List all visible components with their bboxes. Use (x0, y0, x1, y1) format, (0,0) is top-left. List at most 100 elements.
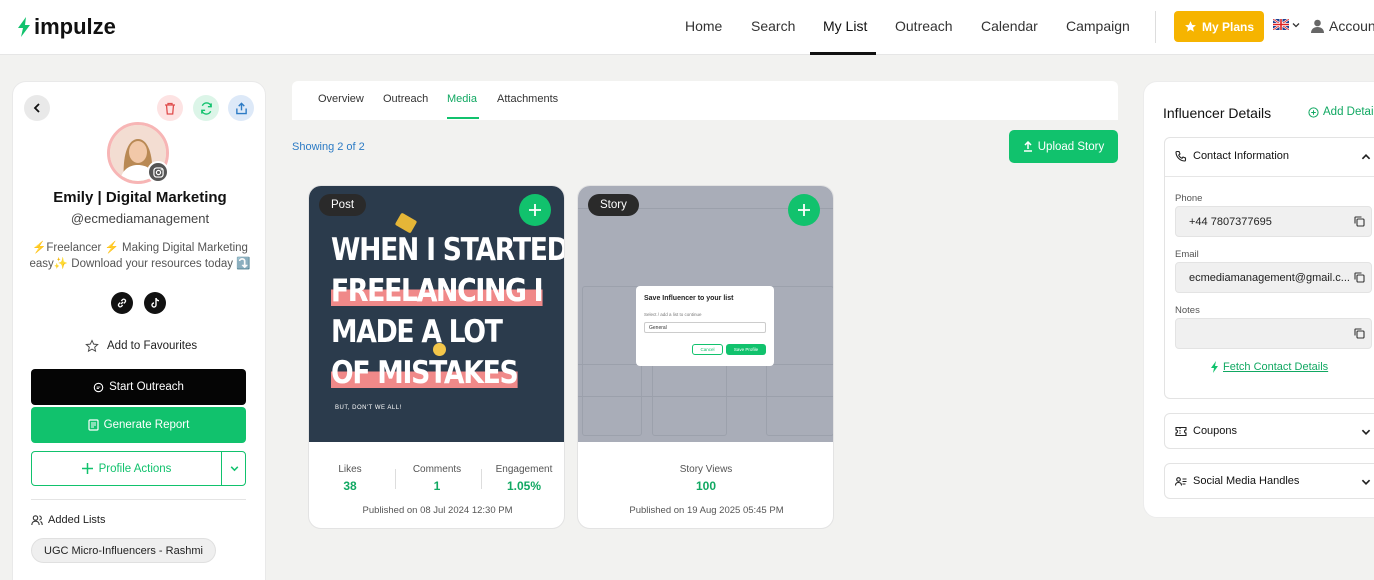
showing-count: Showing 2 of 2 (292, 141, 365, 153)
social-media-handles-section[interactable]: Social Media Handles (1164, 463, 1374, 499)
tab-attachments[interactable]: Attachments (497, 93, 558, 105)
chevron-down-icon (230, 466, 238, 472)
bolt-icon (1211, 361, 1218, 373)
inner-dialog-select: General (644, 322, 766, 333)
add-to-favourites[interactable]: Add to Favourites (85, 339, 197, 353)
top-navbar: impulze Home Search My List Outreach Cal… (0, 0, 1374, 55)
story-views-value: 100 (695, 479, 717, 493)
headline-line: FREELANCING I (331, 271, 543, 312)
post-thumbnail[interactable]: WHEN I STARTED FREELANCING I MADE A LOT … (309, 186, 564, 442)
delete-button[interactable] (157, 95, 183, 121)
phone-field[interactable]: +44 7807377695 (1175, 206, 1372, 237)
notes-label: Notes (1175, 305, 1200, 316)
trash-icon (165, 102, 175, 115)
profile-bio: ⚡Freelancer ⚡ Making Digital Marketing e… (29, 242, 251, 270)
coupons-section[interactable]: Coupons (1164, 413, 1374, 449)
user-icon (1311, 19, 1324, 33)
post-tagline: BUT, DON'T WE ALL! (335, 405, 402, 411)
profile-actions-main[interactable]: Profile Actions (32, 452, 221, 485)
ticket-icon (1175, 426, 1187, 436)
brand-name: impulze (34, 14, 116, 39)
inner-dialog-hint: Select / add a list to continue (644, 312, 702, 317)
uk-flag-icon (1273, 19, 1289, 30)
notes-field[interactable] (1175, 318, 1372, 349)
email-field[interactable]: ecmediamanagement@gmail.c... (1175, 262, 1372, 293)
share-icon (235, 101, 247, 114)
chevron-down-icon[interactable] (1360, 476, 1372, 488)
upload-story-button[interactable]: Upload Story (1009, 130, 1118, 163)
list-chip[interactable]: UGC Micro-Influencers - Rashmi (31, 538, 216, 563)
social-media-handles-header[interactable]: Social Media Handles (1175, 475, 1299, 487)
back-button[interactable] (24, 95, 50, 121)
profile-actions-dropdown[interactable] (222, 452, 246, 485)
nav-active-underline (810, 52, 876, 55)
tab-media[interactable]: Media (447, 93, 477, 105)
chevron-down-icon[interactable] (1360, 426, 1372, 438)
profile-actions-button[interactable]: Profile Actions (31, 451, 246, 486)
chevron-up-icon[interactable] (1360, 151, 1372, 163)
added-lists-heading: Added Lists (31, 514, 105, 526)
tab-outreach[interactable]: Outreach (383, 93, 428, 105)
profile-handle: @ecmediamanagement (70, 211, 210, 226)
nav-search[interactable]: Search (751, 18, 795, 34)
contact-information-header[interactable]: Contact Information (1175, 150, 1289, 162)
star-icon (1185, 21, 1196, 32)
stat-divider (481, 469, 482, 489)
add-detail-button[interactable]: Add Detail (1308, 106, 1374, 118)
share-button[interactable] (228, 95, 254, 121)
tab-overview[interactable]: Overview (318, 93, 364, 105)
brand-logo[interactable]: impulze (17, 14, 116, 40)
language-selector[interactable] (1273, 19, 1301, 30)
engagement-label: Engagement (495, 464, 553, 475)
phone-icon (1175, 150, 1187, 162)
likes-value: 38 (343, 479, 357, 493)
nav-my-list[interactable]: My List (823, 18, 867, 34)
nav-outreach[interactable]: Outreach (895, 18, 953, 34)
report-icon (88, 419, 99, 431)
nav-calendar[interactable]: Calendar (981, 18, 1038, 34)
nav-campaign[interactable]: Campaign (1066, 18, 1130, 34)
email-label: Email (1175, 249, 1199, 260)
copy-icon[interactable] (1354, 272, 1365, 283)
comments-label: Comments (412, 464, 462, 475)
arrow-left-icon (33, 103, 40, 113)
media-card-post[interactable]: WHEN I STARTED FREELANCING I MADE A LOT … (308, 185, 565, 529)
chevron-down-icon (1292, 22, 1300, 27)
refresh-icon (200, 101, 212, 115)
plus-icon (81, 463, 93, 474)
stat-divider (395, 469, 396, 489)
users-icon (31, 514, 43, 525)
inner-dialog-title: Save Influencer to your list (644, 295, 734, 302)
inner-dialog-cancel: Cancel (692, 344, 723, 355)
media-card-story[interactable]: Save Influencer to your list Select / ad… (577, 185, 834, 529)
published-date: Published on 19 Aug 2025 05:45 PM (629, 505, 784, 516)
my-plans-button[interactable]: My Plans (1174, 11, 1264, 42)
plus-icon (798, 204, 810, 216)
link-icon[interactable] (111, 292, 133, 314)
coupons-header[interactable]: Coupons (1175, 425, 1237, 437)
start-outreach-button[interactable]: Start Outreach (31, 369, 246, 405)
headline-line: OF MISTAKES (331, 353, 519, 394)
published-date: Published on 08 Jul 2024 12:30 PM (362, 505, 513, 516)
bolt-logo-icon (18, 17, 30, 37)
story-thumbnail[interactable]: Save Influencer to your list Select / ad… (578, 186, 833, 442)
fetch-contact-details-link[interactable]: Fetch Contact Details (1211, 361, 1328, 373)
tiktok-icon[interactable] (144, 292, 166, 314)
add-media-button[interactable] (788, 194, 820, 226)
copy-icon[interactable] (1354, 216, 1365, 227)
nav-home[interactable]: Home (685, 18, 722, 34)
plus-circle-icon (1308, 106, 1319, 118)
details-title: Influencer Details (1163, 105, 1272, 121)
refresh-button[interactable] (193, 95, 219, 121)
add-media-button[interactable] (519, 194, 551, 226)
headline-line: MADE A LOT (331, 314, 503, 350)
inner-dialog-screenshot: Save Influencer to your list Select / ad… (636, 286, 774, 366)
generate-report-button[interactable]: Generate Report (31, 407, 246, 443)
copy-icon[interactable] (1354, 328, 1365, 339)
profile-panel: Emily | Digital Marketing @ecmediamanage… (12, 81, 266, 580)
engagement-value: 1.05% (506, 479, 542, 493)
influencer-details-panel: Influencer Details Add Detail Contact In… (1143, 81, 1374, 518)
divider (31, 499, 246, 500)
profile-name: Emily | Digital Marketing (53, 189, 227, 206)
account-menu[interactable]: Account (1311, 18, 1374, 34)
